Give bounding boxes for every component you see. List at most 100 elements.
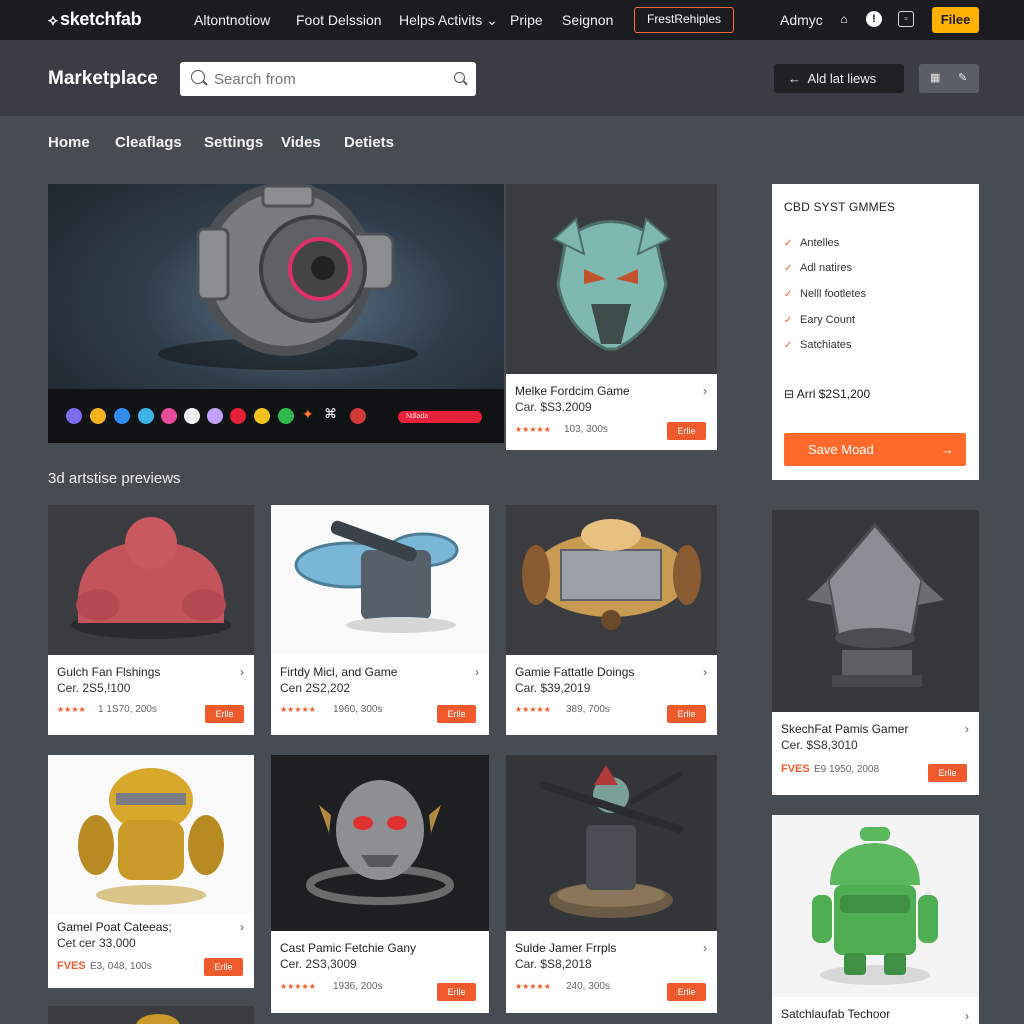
star-rating: ★★★★★ xyxy=(280,705,316,714)
add-list-button[interactable]: ← Ald lat liews xyxy=(774,64,904,93)
check-icon: ✓ xyxy=(784,263,793,274)
card-action-button[interactable]: Erlle xyxy=(667,983,706,1001)
model-card[interactable]: SkechFat Pamis Gamer Cer. $S8,3010 › FVE… xyxy=(772,510,979,795)
page-header: Marketplace ← Ald lat liews ▦ ✎ xyxy=(0,40,1024,116)
hero-tool-icon-1[interactable] xyxy=(66,408,82,424)
card-subtitle: Car. $39,2019 xyxy=(515,681,591,695)
price-value: Arrl $2S1,200 xyxy=(796,387,871,401)
chevron-right-icon[interactable]: › xyxy=(965,1009,969,1023)
chevron-right-icon[interactable]: › xyxy=(240,665,244,679)
card-title: Satchlaufab Techoor xyxy=(781,1007,891,1021)
search-submit-icon[interactable] xyxy=(454,72,465,83)
feature-item: ✓ Antelles xyxy=(784,237,839,249)
hero-tool-icon-4[interactable] xyxy=(138,408,154,424)
hero-tool-icon-5[interactable] xyxy=(161,408,177,424)
price-tag: FVES xyxy=(781,763,810,775)
info-icon[interactable]: ! xyxy=(866,11,882,27)
card-meta: 1 1S70, 200s xyxy=(98,704,157,715)
card-meta: E9 1950, 2008 xyxy=(814,764,880,775)
sketchfab-logo[interactable]: ⟡ sketchfab xyxy=(48,9,142,30)
featured-model-card[interactable]: Melke Fordcim Game Car. $S3.2009 › ★★★★★… xyxy=(506,184,717,450)
hero-tool-icon-13[interactable] xyxy=(350,408,366,424)
model-card[interactable]: Gamel Poat Cateeas; Cet cer 33,000 › FVE… xyxy=(48,755,254,988)
chevron-down-icon: ⌄ xyxy=(486,12,498,28)
home-icon[interactable]: ⌂ xyxy=(836,11,852,27)
edit-tool-icon[interactable]: ✎ xyxy=(958,71,967,84)
header-tools: ▦ ✎ xyxy=(919,64,979,93)
model-card-image xyxy=(271,755,489,931)
save-model-button[interactable]: Save Moad → xyxy=(784,433,966,466)
top-nav: ⟡ sketchfab Altontnotiow Foot Delssion He… xyxy=(0,0,1024,40)
tab-home[interactable]: Home xyxy=(48,134,90,151)
feature-label: Satchiates xyxy=(800,339,852,351)
chevron-right-icon[interactable]: › xyxy=(240,920,244,934)
chevron-right-icon[interactable]: › xyxy=(703,384,707,398)
model-card-image xyxy=(506,755,717,931)
card-action-button[interactable]: Erlle xyxy=(928,764,967,782)
hero-tool-icon-6[interactable] xyxy=(184,408,200,424)
hero-tool-icon-10[interactable] xyxy=(278,408,294,424)
user-name[interactable]: Admyc xyxy=(780,12,823,28)
card-action-button[interactable]: Erlle xyxy=(667,705,706,723)
card-subtitle: Cen 2S2,202 xyxy=(280,681,351,695)
file-button[interactable]: Filee xyxy=(932,7,979,33)
search-box[interactable] xyxy=(180,62,476,96)
command-icon[interactable]: ⌘ xyxy=(324,406,337,422)
nav-link-4[interactable]: Pripe xyxy=(510,12,543,28)
sparkle-icon[interactable]: ✦ xyxy=(302,406,314,423)
card-action-button[interactable]: Erlle xyxy=(437,983,476,1001)
grid-tool-icon[interactable]: ▦ xyxy=(930,71,940,84)
hero-tool-icon-7[interactable] xyxy=(207,408,223,424)
card-action-button[interactable]: Erlle xyxy=(205,705,244,723)
model-card-image xyxy=(48,505,254,655)
check-icon: ✓ xyxy=(784,238,793,249)
panel-title: CBD SYST GMMES xyxy=(784,200,896,214)
feature-label: Nelll footletes xyxy=(800,288,867,300)
hero-tool-icon-2[interactable] xyxy=(90,408,106,424)
model-card[interactable]: Sulde Jamer Frrpls Car. $S8,2018 › ★★★★★… xyxy=(506,755,717,1013)
logo-text: sketchfab xyxy=(60,9,142,29)
model-card-image xyxy=(136,1014,180,1024)
chevron-right-icon[interactable]: › xyxy=(475,665,479,679)
feature-item: ✓ Nelll footletes xyxy=(784,288,866,300)
hero-tool-icon-8[interactable] xyxy=(230,408,246,424)
nav-link-5[interactable]: Seignon xyxy=(562,12,613,28)
chevron-right-icon[interactable]: › xyxy=(965,722,969,736)
card-action-button[interactable]: Erlle xyxy=(667,422,706,440)
tab-vides[interactable]: Vides xyxy=(281,134,321,151)
model-card-partial[interactable] xyxy=(48,1006,254,1024)
card-title: Cast Pamic Fetchie Gany xyxy=(280,941,417,955)
nav-link-2[interactable]: Foot Delssion xyxy=(296,12,382,28)
nav-link-3[interactable]: Helps Activits ⌄ xyxy=(399,12,498,29)
model-card[interactable]: Gulch Fan Flshings Cer. 2S5,!100 › ★★★★ … xyxy=(48,505,254,735)
tab-detiets[interactable]: Detiets xyxy=(344,134,394,151)
card-subtitle: Car. $S8,2018 xyxy=(515,957,592,971)
nav-outlined-link[interactable]: FrestRehiples xyxy=(634,7,734,33)
chevron-right-icon[interactable]: › xyxy=(703,665,707,679)
chevron-right-icon[interactable]: › xyxy=(703,941,707,955)
model-card[interactable]: Gamie Fattatle Doings Car. $39,2019 › ★★… xyxy=(506,505,717,735)
search-input[interactable] xyxy=(214,68,434,90)
hero-tool-icon-9[interactable] xyxy=(254,408,270,424)
model-card[interactable]: Satchlaufab Techoor › xyxy=(772,815,979,1024)
model-card-image xyxy=(271,505,489,655)
hero-status-pill[interactable]: Ndlada xyxy=(398,411,482,423)
hero-3d-viewer[interactable]: ✦ ⌘ Ndlada xyxy=(48,184,504,443)
hero-model-image xyxy=(158,184,418,370)
hero-tool-icon-3[interactable] xyxy=(114,408,130,424)
featured-card-title: Melke Fordcim Game xyxy=(515,384,630,398)
card-action-button[interactable]: Erlle xyxy=(204,958,243,976)
logo-mark-icon: ⟡ xyxy=(48,12,58,29)
model-card[interactable]: Cast Pamic Fetchie Gany Cer. 2S3,3009 ★★… xyxy=(271,755,489,1013)
card-meta: 1960, 300s xyxy=(333,704,383,715)
tab-settings[interactable]: Settings xyxy=(204,134,263,151)
star-rating: ★★★★★ xyxy=(515,425,551,434)
model-card[interactable]: Firtdy Micl, and Game Cen 2S2,202 › ★★★★… xyxy=(271,505,489,735)
card-action-button[interactable]: Erlle xyxy=(437,705,476,723)
card-title: Gamel Poat Cateeas; xyxy=(57,920,172,934)
window-icon[interactable]: ▫ xyxy=(898,11,914,27)
card-title: Gulch Fan Flshings xyxy=(57,665,161,679)
nav-link-1[interactable]: Altontnotiow xyxy=(194,12,270,28)
tab-cleaflags[interactable]: Cleaflags xyxy=(115,134,182,151)
feature-item: ✓ Eary Count xyxy=(784,314,855,326)
